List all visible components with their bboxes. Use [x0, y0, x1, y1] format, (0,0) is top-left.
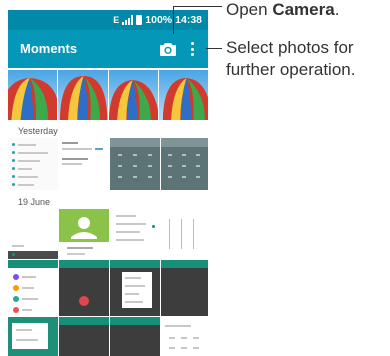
screenshot-thumbnail[interactable] — [110, 317, 160, 356]
section-header-19-june: 19 June — [18, 197, 51, 207]
screenshot-thumbnail[interactable] — [59, 260, 109, 316]
screenshot-thumbnail[interactable] — [59, 138, 109, 190]
photo-thumbnail[interactable] — [158, 70, 208, 120]
page-title: Moments — [20, 41, 78, 56]
screenshot-thumbnail[interactable] — [8, 317, 58, 356]
network-type: E — [113, 15, 120, 25]
phone-screen: E 100% 14:38 Moments Yesterday 19 June — [8, 10, 208, 356]
photo-thumbnail[interactable] — [58, 70, 108, 120]
photo-thumbnail[interactable] — [108, 70, 158, 120]
balloon-image — [162, 78, 208, 120]
status-icons: E 100% 14:38 — [113, 13, 202, 27]
screenshot-thumbnail[interactable] — [110, 260, 160, 316]
camera-callout-line — [173, 6, 174, 34]
status-bar: E 100% 14:38 — [8, 10, 208, 30]
select-callout-line2: further operation. — [226, 60, 356, 79]
june-photo-row-2 — [8, 260, 208, 316]
end-call-icon — [79, 296, 89, 306]
screenshot-thumbnail[interactable] — [161, 209, 208, 259]
camera-callout: Open Camera. — [226, 0, 340, 19]
camera-icon[interactable] — [160, 42, 176, 56]
moments-photo-row — [8, 70, 208, 120]
screenshot-thumbnail[interactable] — [8, 260, 58, 316]
more-vertical-icon[interactable] — [186, 40, 198, 58]
screenshot-thumbnail[interactable] — [161, 138, 208, 190]
photo-thumbnail[interactable] — [8, 70, 58, 120]
screenshot-thumbnail[interactable] — [110, 138, 160, 190]
balloon-image — [8, 78, 58, 120]
contact-avatar-icon — [59, 217, 109, 259]
screenshot-thumbnail[interactable] — [59, 209, 109, 259]
battery-level: 100% — [145, 14, 173, 26]
balloon-image — [60, 76, 108, 120]
june-photo-row-3 — [8, 317, 208, 356]
select-callout-line1: Select photos for — [226, 38, 354, 57]
balloon-image — [108, 80, 158, 120]
screenshot-thumbnail[interactable] — [59, 317, 109, 356]
screenshot-thumbnail[interactable] — [8, 209, 58, 259]
screenshot-thumbnail[interactable] — [110, 209, 160, 259]
screenshot-thumbnail[interactable] — [161, 317, 208, 356]
screenshot-thumbnail[interactable] — [161, 260, 208, 316]
section-header-yesterday: Yesterday — [18, 126, 58, 136]
signal-icon — [122, 15, 134, 25]
screenshot-thumbnail[interactable] — [8, 138, 58, 190]
battery-icon — [136, 15, 143, 25]
june-photo-row-1 — [8, 209, 208, 259]
clock: 14:38 — [175, 14, 202, 26]
camera-callout-line — [173, 6, 222, 7]
app-bar: Moments — [8, 30, 208, 68]
more-callout-line — [206, 48, 222, 49]
yesterday-photo-row — [8, 138, 208, 190]
